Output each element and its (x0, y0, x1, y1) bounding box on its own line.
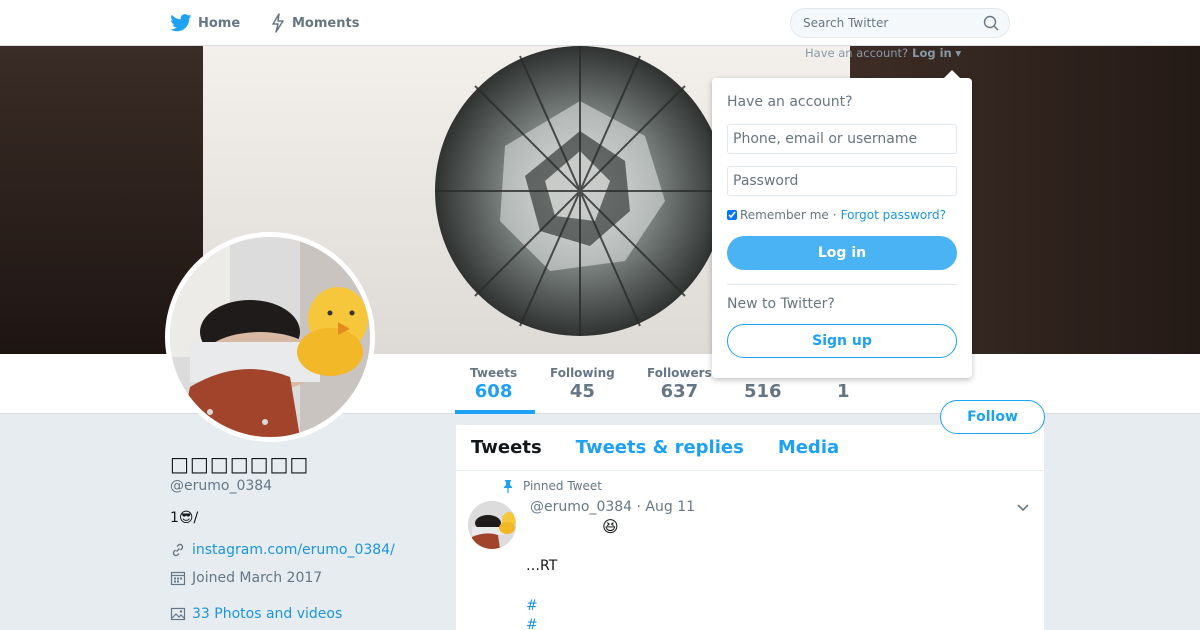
stat-following[interactable]: Following 45 (550, 366, 615, 402)
active-tab-indicator (455, 410, 535, 414)
password-input[interactable] (727, 166, 957, 196)
profile-website: instagram.com/erumo_0384/ (170, 542, 395, 558)
search-box[interactable] (790, 8, 1010, 38)
follow-button[interactable]: Follow (940, 400, 1045, 434)
new-to-twitter-label: New to Twitter? (727, 296, 835, 312)
stat-value: 608 (474, 381, 513, 402)
divider (727, 284, 957, 285)
bio-text: 1 (170, 510, 179, 526)
have-account-text: Have an account? (805, 46, 909, 60)
stat-followers[interactable]: Followers 637 (647, 366, 712, 402)
pinned-tweet-label: Pinned Tweet (501, 479, 602, 493)
nav-home-label: Home (198, 15, 241, 31)
pinned-text: Pinned Tweet (523, 479, 602, 493)
tweet-handle[interactable]: @erumo_0384 (530, 499, 632, 515)
stat-value: 45 (569, 381, 595, 402)
remember-me-checkbox[interactable] (727, 210, 737, 220)
remember-me-label[interactable]: Remember me (740, 208, 829, 222)
pin-icon (504, 480, 512, 493)
search-input[interactable] (803, 16, 983, 30)
top-navigation: Home Moments (0, 0, 1200, 46)
tweet-header: @erumo_0384 · Aug 11 (530, 499, 695, 515)
chevron-down-icon[interactable] (1016, 501, 1030, 515)
nav-moments-label: Moments (292, 15, 360, 31)
forgot-password-link[interactable]: Forgot password? (841, 208, 946, 222)
nav-home[interactable]: Home (170, 0, 240, 46)
separator: · (832, 208, 837, 222)
twitter-bird-icon (170, 14, 192, 32)
tweet-avatar[interactable] (468, 501, 516, 549)
stat-label: Following (550, 366, 615, 380)
stat-label: Tweets (470, 366, 518, 380)
joined-text: Joined March 2017 (192, 570, 323, 586)
signup-button[interactable]: Sign up (727, 324, 957, 358)
login-dropdown-title: Have an account? (727, 94, 853, 110)
nav-moments[interactable]: Moments (270, 0, 359, 46)
website-link[interactable]: instagram.com/erumo_0384/ (192, 542, 395, 558)
profile-joined: Joined March 2017 (170, 570, 322, 586)
stat-tweets[interactable]: Tweets 608 (470, 366, 517, 402)
link-icon (172, 543, 184, 557)
remember-row: Remember me · Forgot password? (727, 208, 946, 222)
stat-value: 516 (744, 381, 782, 402)
calendar-icon (170, 571, 186, 586)
profile-media: 33 Photos and videos (170, 606, 342, 622)
login-dropdown: Have an account? Remember me · Forgot pa… (712, 70, 972, 378)
timeline: Tweets Tweets & replies Media Pinned Twe… (456, 425, 1044, 630)
stat-value: 1 (837, 381, 850, 402)
tweet-text: …RT (526, 558, 558, 574)
tab-media[interactable]: Media (778, 437, 839, 458)
login-button[interactable]: Log in (727, 236, 957, 270)
tweet-hashtag[interactable]: # (526, 617, 538, 630)
profile-display-name: □□□□□□□ (170, 452, 310, 476)
username-input[interactable] (727, 124, 957, 154)
tab-tweets[interactable]: Tweets (471, 437, 542, 458)
image-icon (170, 607, 186, 621)
tab-tweets-replies[interactable]: Tweets & replies (576, 437, 744, 458)
diamond-banner-image (435, 46, 725, 336)
profile-handle[interactable]: @erumo_0384 (170, 478, 272, 494)
tweet-hashtag[interactable]: # (526, 598, 538, 614)
sunglasses-emoji: 😎 (178, 510, 194, 526)
avatar-photo (170, 237, 370, 437)
search-icon[interactable] (983, 15, 999, 31)
stat-label: Followers (647, 366, 712, 380)
laughing-emoji: 😆 (602, 517, 619, 536)
photos-videos-link[interactable]: 33 Photos and videos (192, 606, 342, 622)
profile-bio: 1 😎 / (170, 510, 198, 526)
tweet-date[interactable]: · Aug 11 (637, 499, 696, 515)
lightning-icon (272, 13, 284, 33)
bio-text-end: / (193, 510, 199, 526)
profile-avatar[interactable] (165, 232, 375, 442)
login-link[interactable]: Log in (912, 46, 952, 60)
stat-value: 637 (660, 381, 699, 402)
have-account-prompt: Have an account? Log in ▾ (805, 46, 962, 60)
